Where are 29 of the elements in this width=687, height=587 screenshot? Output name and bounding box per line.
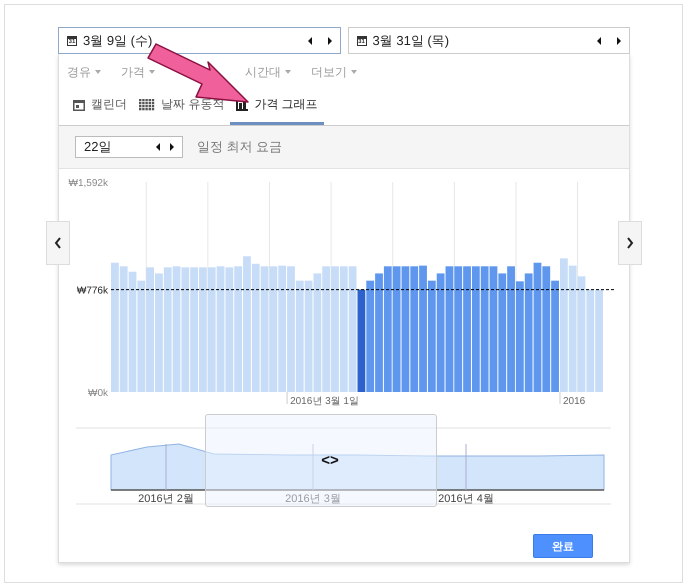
caret-icon (149, 70, 155, 74)
trip-length-field[interactable]: 22일 (75, 136, 183, 158)
tab[interactable]: 날짜 유동적 (133, 88, 230, 125)
range-handle[interactable]: <> (321, 452, 339, 469)
axis-label: 2016년 2월 (138, 493, 194, 505)
caption: 일정 최저 요금 (197, 138, 282, 156)
calendar-icon (73, 98, 85, 110)
previous-icon[interactable] (156, 143, 160, 151)
axis-label: ₩0k (88, 388, 108, 399)
next-icon[interactable] (328, 36, 332, 44)
axis-label: 2016년 3월 1일 (290, 396, 359, 407)
axis-label: 2016 (562, 396, 586, 407)
axis-label: ₩1,592k (68, 178, 108, 189)
axis-label: 2016년 3월 (285, 493, 341, 505)
caret-icon (95, 70, 101, 74)
previous-icon[interactable] (597, 36, 601, 44)
next-icon[interactable] (170, 143, 174, 151)
chevron-left-icon (54, 237, 62, 249)
tab[interactable]: 캘린더 (67, 88, 133, 125)
axis-label: 2016년 4월 (438, 493, 494, 505)
axis-label: ₩776k (76, 286, 108, 297)
chevron-right-icon (626, 237, 634, 249)
caret-icon (351, 70, 357, 74)
previous-icon[interactable] (308, 36, 312, 44)
grid-icon (139, 98, 155, 110)
next-icon[interactable] (617, 36, 621, 44)
previous-button[interactable] (46, 221, 70, 265)
caret-icon (285, 70, 291, 74)
next-button[interactable] (618, 221, 642, 265)
